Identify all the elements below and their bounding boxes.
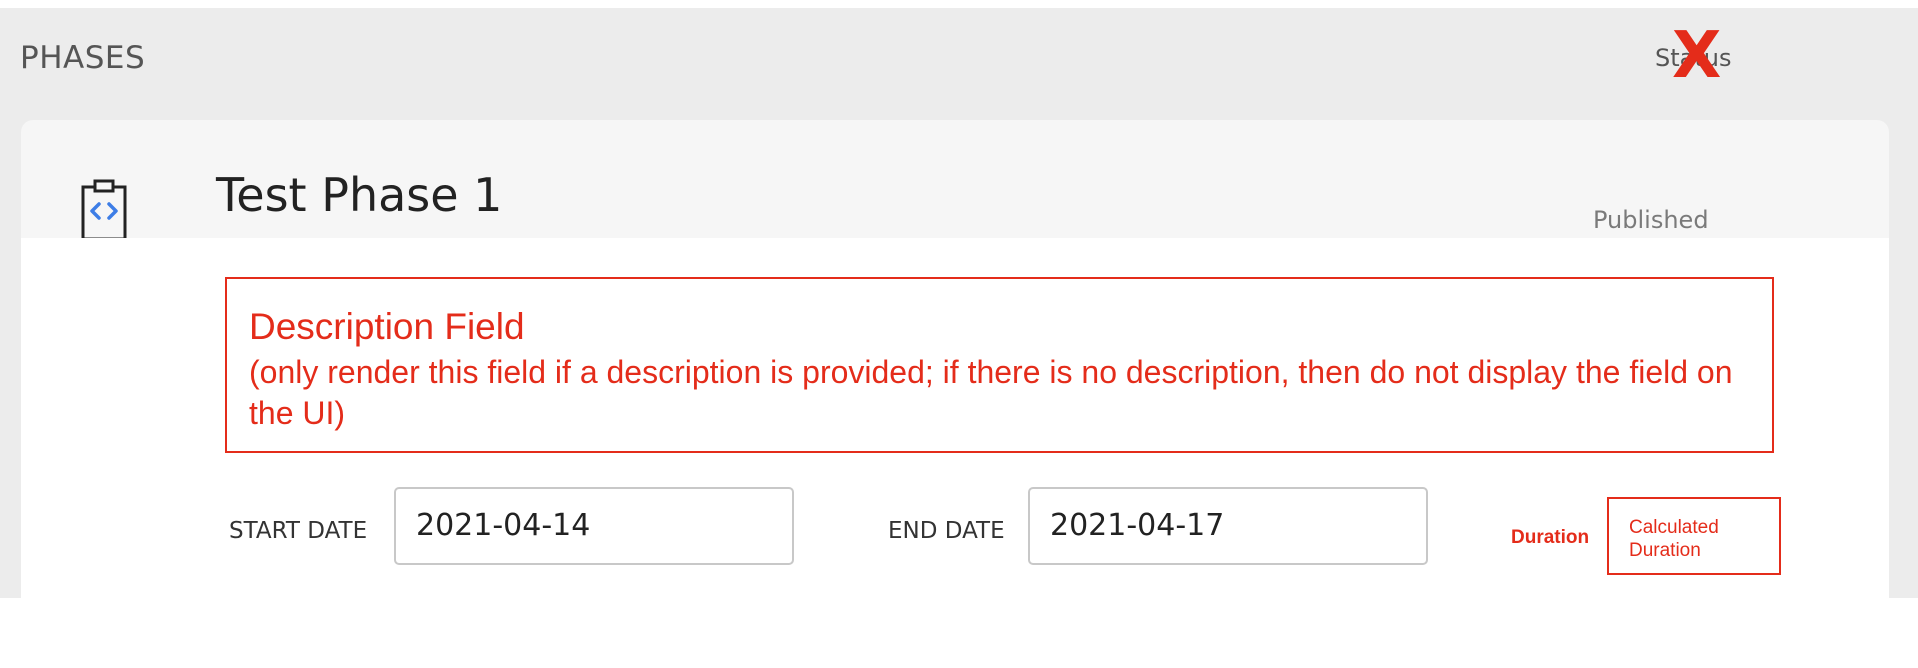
start-date-label: START DATE <box>229 518 368 544</box>
duration-label: Duration <box>1511 527 1590 548</box>
end-date-label: END DATE <box>888 518 1005 544</box>
duration-value: Calculated Duration <box>1629 517 1719 561</box>
phase-name[interactable]: Test Phase 1 <box>216 168 502 222</box>
description-field-annotation: Description Field (only render this fiel… <box>225 277 1774 453</box>
page-title: PHASES <box>20 40 146 76</box>
start-date-input[interactable]: 2021-04-14 <box>394 487 794 565</box>
phase-status: Published <box>1593 206 1709 234</box>
clipboard-code-icon <box>81 179 127 241</box>
annotation-x-mark: X <box>1672 19 1722 93</box>
duration-field: Calculated Duration <box>1607 497 1781 575</box>
end-date-input[interactable]: 2021-04-17 <box>1028 487 1428 565</box>
description-field-note: (only render this field if a description… <box>249 354 1733 431</box>
description-field-title: Description Field <box>249 306 525 347</box>
